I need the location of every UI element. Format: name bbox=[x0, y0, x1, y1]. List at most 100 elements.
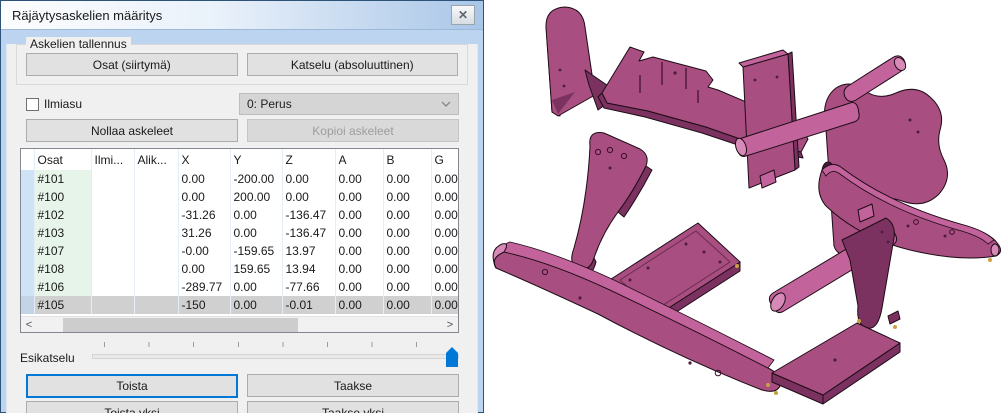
cell-g[interactable]: 0.00 bbox=[431, 278, 459, 296]
cell-z[interactable]: -77.66 bbox=[282, 278, 335, 296]
table-row[interactable]: #10331.260.00-136.470.000.000.00 bbox=[21, 224, 459, 242]
col-y[interactable]: Y bbox=[230, 149, 282, 170]
scroll-right-icon[interactable]: > bbox=[442, 317, 458, 333]
col-b[interactable]: B bbox=[383, 149, 431, 170]
cell-b[interactable]: 0.00 bbox=[383, 242, 431, 260]
osat-siirtyma-button[interactable]: Osat (siirtymä) bbox=[26, 53, 238, 76]
nollaa-askeleet-button[interactable]: Nollaa askeleet bbox=[26, 119, 238, 142]
row-header-cell[interactable] bbox=[21, 296, 34, 314]
cell-alik[interactable] bbox=[134, 206, 178, 224]
cell-ilmi[interactable] bbox=[91, 188, 134, 206]
cell-x[interactable]: -31.26 bbox=[178, 206, 230, 224]
cell-a[interactable]: 0.00 bbox=[335, 170, 383, 188]
cell-a[interactable]: 0.00 bbox=[335, 260, 383, 278]
cell-osat[interactable]: #101 bbox=[34, 170, 91, 188]
cell-alik[interactable] bbox=[134, 188, 178, 206]
table-row[interactable]: #1080.00159.6513.940.000.000.00 bbox=[21, 260, 459, 278]
cell-a[interactable]: 0.00 bbox=[335, 242, 383, 260]
table-row[interactable]: #106-289.770.00-77.660.000.000.00 bbox=[21, 278, 459, 296]
cell-alik[interactable] bbox=[134, 242, 178, 260]
cell-y[interactable]: 0.00 bbox=[230, 296, 282, 314]
cell-x[interactable]: -150 bbox=[178, 296, 230, 314]
explosion-set-dropdown[interactable]: 0: Perus bbox=[239, 93, 459, 115]
col-x[interactable]: X bbox=[178, 149, 230, 170]
cell-ilmi[interactable] bbox=[91, 242, 134, 260]
cell-b[interactable]: 0.00 bbox=[383, 188, 431, 206]
cell-b[interactable]: 0.00 bbox=[383, 206, 431, 224]
cell-b[interactable]: 0.00 bbox=[383, 260, 431, 278]
table-row[interactable]: #102-31.260.00-136.470.000.000.00 bbox=[21, 206, 459, 224]
scroll-left-icon[interactable]: < bbox=[21, 317, 37, 333]
col-rowheader[interactable] bbox=[21, 149, 34, 170]
cell-ilmi[interactable] bbox=[91, 170, 134, 188]
cell-g[interactable]: 0.00 bbox=[431, 224, 459, 242]
cell-b[interactable]: 0.00 bbox=[383, 170, 431, 188]
cell-a[interactable]: 0.00 bbox=[335, 278, 383, 296]
table-row[interactable]: #107-0.00-159.6513.970.000.000.00 bbox=[21, 242, 459, 260]
cell-ilmi[interactable] bbox=[91, 296, 134, 314]
row-header-cell[interactable] bbox=[21, 224, 34, 242]
cell-osat[interactable]: #107 bbox=[34, 242, 91, 260]
cell-alik[interactable] bbox=[134, 170, 178, 188]
preview-slider[interactable] bbox=[92, 342, 459, 368]
cell-y[interactable]: -159.65 bbox=[230, 242, 282, 260]
col-z[interactable]: Z bbox=[282, 149, 335, 170]
cell-alik[interactable] bbox=[134, 278, 178, 296]
cell-x[interactable]: 0.00 bbox=[178, 170, 230, 188]
cell-b[interactable]: 0.00 bbox=[383, 278, 431, 296]
cell-z[interactable]: -136.47 bbox=[282, 206, 335, 224]
cell-b[interactable]: 0.00 bbox=[383, 296, 431, 314]
cell-osat[interactable]: #108 bbox=[34, 260, 91, 278]
cell-osat[interactable]: #106 bbox=[34, 278, 91, 296]
table-row[interactable]: #1010.00-200.000.000.000.000.00 bbox=[21, 170, 459, 188]
dialog-titlebar[interactable]: Räjäytysaskelien määritys ✕ bbox=[1, 1, 483, 30]
row-header-cell[interactable] bbox=[21, 188, 34, 206]
toista-button[interactable]: Toista bbox=[26, 374, 238, 398]
cell-ilmi[interactable] bbox=[91, 278, 134, 296]
cell-x[interactable]: 0.00 bbox=[178, 188, 230, 206]
cell-z[interactable]: 13.97 bbox=[282, 242, 335, 260]
cell-z[interactable]: -136.47 bbox=[282, 224, 335, 242]
model-viewport[interactable] bbox=[484, 0, 1005, 413]
slider-track[interactable] bbox=[92, 354, 459, 359]
cell-y[interactable]: -200.00 bbox=[230, 170, 282, 188]
ilmiasu-checkbox[interactable] bbox=[26, 98, 39, 111]
col-g[interactable]: G bbox=[431, 149, 459, 170]
cell-x[interactable]: 31.26 bbox=[178, 224, 230, 242]
row-header-cell[interactable] bbox=[21, 206, 34, 224]
taakse-yksi-button[interactable]: Taakse yksi bbox=[247, 401, 459, 413]
cell-osat[interactable]: #103 bbox=[34, 224, 91, 242]
cell-y[interactable]: 0.00 bbox=[230, 224, 282, 242]
cell-z[interactable]: 13.94 bbox=[282, 260, 335, 278]
scrollbar-thumb[interactable] bbox=[63, 318, 298, 332]
cell-g[interactable]: 0.00 bbox=[431, 170, 459, 188]
cell-g[interactable]: 0.00 bbox=[431, 260, 459, 278]
cell-x[interactable]: 0.00 bbox=[178, 260, 230, 278]
col-a[interactable]: A bbox=[335, 149, 383, 170]
cell-x[interactable]: -289.77 bbox=[178, 278, 230, 296]
cell-g[interactable]: 0.00 bbox=[431, 296, 459, 314]
row-header-cell[interactable] bbox=[21, 260, 34, 278]
cell-g[interactable]: 0.00 bbox=[431, 188, 459, 206]
col-osat[interactable]: Osat bbox=[34, 149, 91, 170]
ilmiasu-checkbox-group[interactable]: Ilmiasu bbox=[26, 97, 230, 111]
katselu-absoluuttinen-button[interactable]: Katselu (absoluuttinen) bbox=[247, 53, 459, 76]
cell-alik[interactable] bbox=[134, 224, 178, 242]
cell-osat[interactable]: #105 bbox=[34, 296, 91, 314]
taakse-button[interactable]: Taakse bbox=[247, 374, 459, 397]
horizontal-scrollbar[interactable]: < > bbox=[21, 316, 458, 332]
slider-thumb[interactable] bbox=[446, 347, 458, 367]
table-row[interactable]: #105-1500.00-0.010.000.000.00 bbox=[21, 296, 459, 314]
cell-z[interactable]: -0.01 bbox=[282, 296, 335, 314]
cell-y[interactable]: 0.00 bbox=[230, 206, 282, 224]
steps-table[interactable]: Osat Ilmi... Alik... X Y Z A B G #1010.0… bbox=[20, 148, 459, 333]
cell-a[interactable]: 0.00 bbox=[335, 188, 383, 206]
cell-x[interactable]: -0.00 bbox=[178, 242, 230, 260]
cell-y[interactable]: 159.65 bbox=[230, 260, 282, 278]
row-header-cell[interactable] bbox=[21, 242, 34, 260]
cell-a[interactable]: 0.00 bbox=[335, 224, 383, 242]
cell-a[interactable]: 0.00 bbox=[335, 206, 383, 224]
cell-y[interactable]: 0.00 bbox=[230, 278, 282, 296]
col-ilmi[interactable]: Ilmi... bbox=[91, 149, 134, 170]
cell-ilmi[interactable] bbox=[91, 260, 134, 278]
